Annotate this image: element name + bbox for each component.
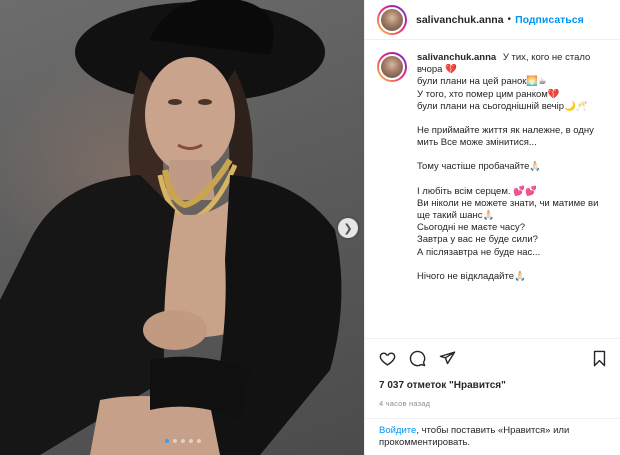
caption-line: були плани на сьогоднішній вечір🌙🥂 [417,100,588,112]
author-username[interactable]: salivanchuk.anna [416,14,504,26]
like-button[interactable] [379,350,396,367]
post-photo[interactable]: ❯ [0,0,364,455]
heart-icon [379,352,396,366]
author-avatar[interactable] [377,4,407,35]
carousel-dot [173,439,177,443]
carousel-indicator [165,439,201,443]
photo-illustration [0,0,342,455]
caption-line: Не приймайте життя як належне, в одну ми… [417,125,597,149]
carousel-dot [197,439,201,443]
likes-count[interactable]: 7 037 отметок "Нравится" [379,380,506,391]
post-header: salivanchuk.anna • Подписаться [365,0,620,40]
caption-username[interactable]: salivanchuk.anna [417,52,496,63]
send-icon [439,351,456,365]
caption-line: Ви ніколи не можете знати, чи матиме ви … [417,197,602,222]
chevron-right-icon: ❯ [343,221,353,235]
carousel-dot [181,439,185,443]
caption-line: І любіть всім серцем. 💕💕 [417,185,537,197]
carousel-dot [189,439,193,443]
caption-line: були плани на цей ранок🌅☕ [417,76,547,88]
header-separator: • [507,14,512,25]
post-caption: salivanchuk.anna У тих, кого не стало вч… [377,52,613,283]
comment-icon [409,350,426,367]
caption-line: Завтра у вас не буде сили? [417,234,538,246]
login-link[interactable]: Войдите [379,425,416,436]
caption-line: У того, хто помер цим ранком💔 [417,88,560,100]
follow-button[interactable]: Подписаться [515,14,584,26]
caption-avatar[interactable] [377,52,407,82]
login-prompt: Войдите, чтобы поставить «Нравится» или … [365,418,620,455]
carousel-next-button[interactable]: ❯ [338,218,358,238]
carousel-dot [165,439,169,443]
caption-line: Нічого не відкладайте🙏🏻 [417,270,526,282]
bookmark-icon [593,350,606,367]
action-bar [365,338,620,378]
share-button[interactable] [439,350,456,367]
save-button[interactable] [591,350,608,367]
caption-text: salivanchuk.anna У тих, кого не стало вч… [417,52,613,283]
post-timestamp[interactable]: 4 часов назад [379,399,430,408]
caption-line: А післязавтра не буде нас... [417,246,541,258]
post-side-panel: salivanchuk.anna • Подписаться salivanch… [364,0,620,455]
caption-line: Сьогодні не маєте часу? [417,222,525,234]
comment-button[interactable] [409,350,426,367]
caption-line: Тому частіше пробачайте🙏🏻 [417,161,542,173]
